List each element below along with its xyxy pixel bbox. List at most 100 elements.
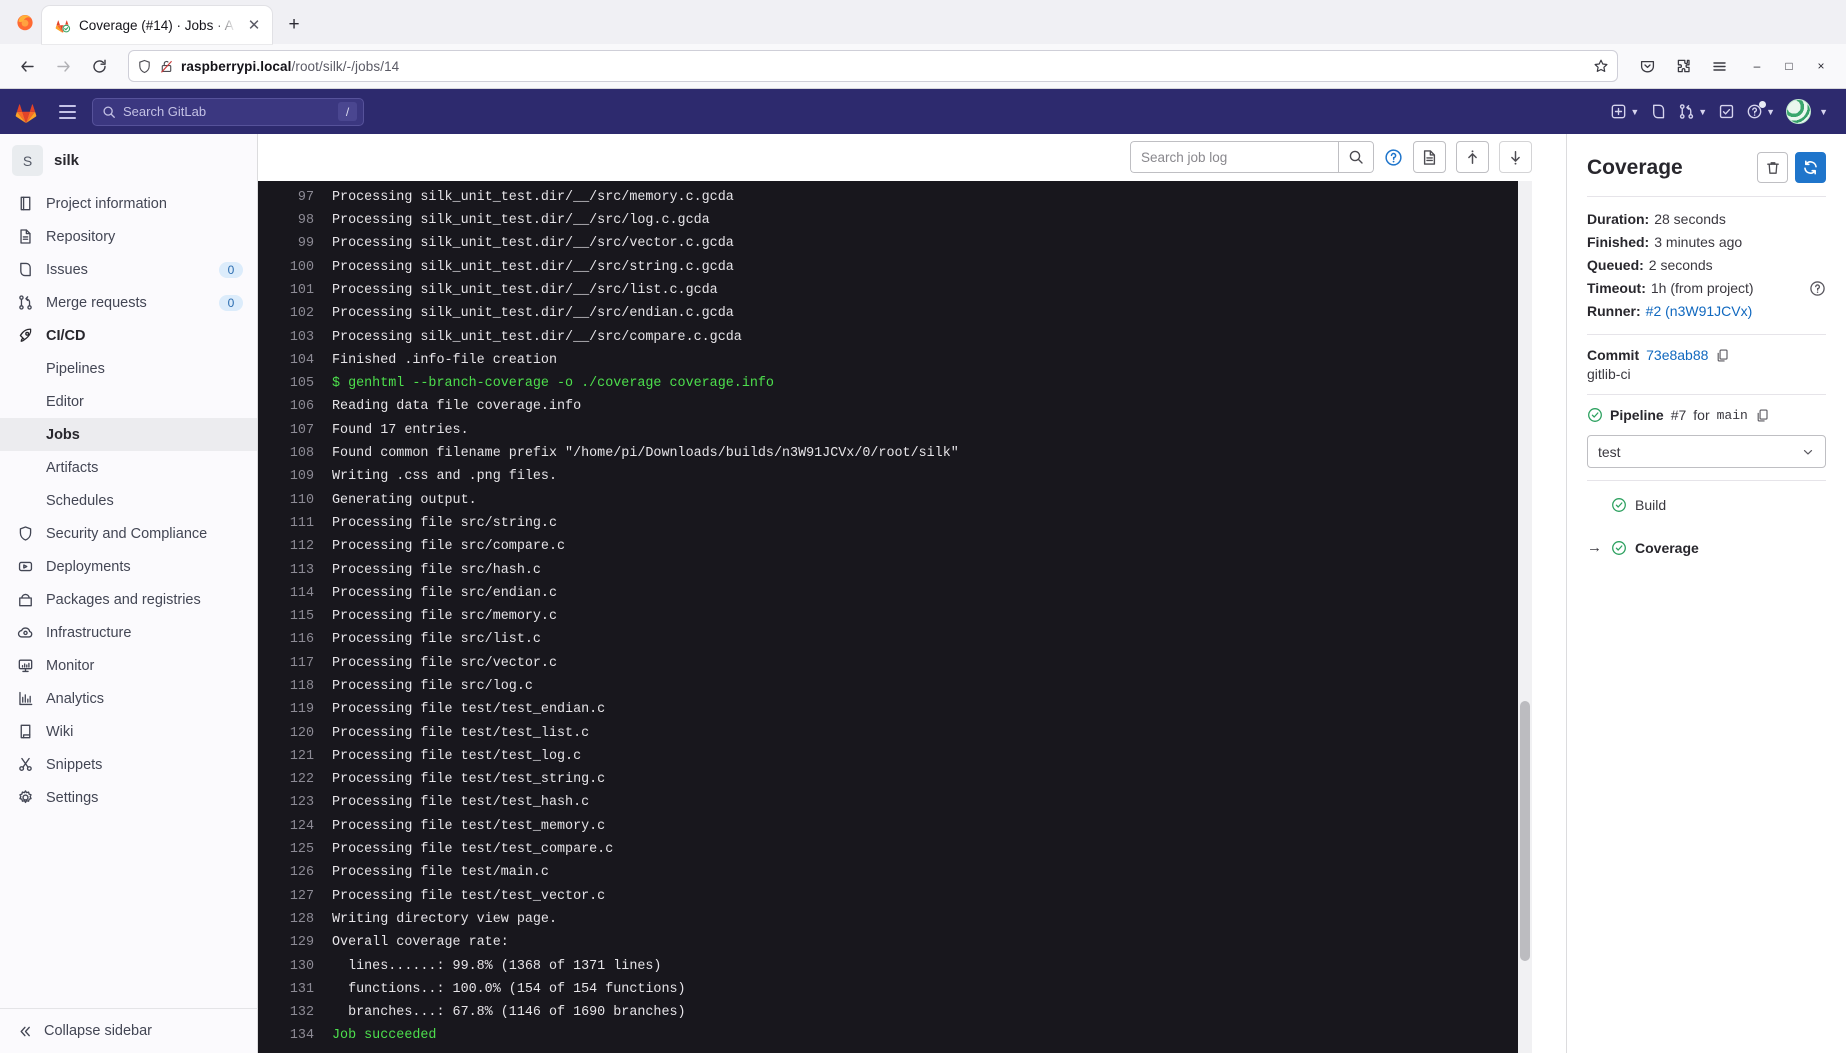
pocket-icon[interactable]: [1630, 50, 1664, 82]
help-icon[interactable]: ▼: [1742, 96, 1779, 128]
browser-navbar: raspberrypi.local/root/silk/-/jobs/14 – …: [0, 44, 1846, 89]
pipeline-number[interactable]: #7: [1671, 407, 1687, 423]
lock-broken-icon[interactable]: [159, 59, 174, 74]
reload-icon[interactable]: [82, 50, 116, 82]
job-details-list: Duration: 28 seconds Finished: 3 minutes ag…: [1587, 209, 1826, 322]
sidebar-scroll-area: S silk Project information Repository Issu…: [0, 134, 257, 1008]
avatar: [1786, 99, 1812, 124]
stage-jobs-list: Build → Coverage: [1587, 497, 1826, 556]
sidebar-item-monitor[interactable]: Monitor: [0, 649, 257, 682]
log-line: 109 Writing .css and .png files.: [258, 465, 1532, 488]
scroll-to-top-button[interactable]: [1456, 141, 1489, 174]
sidebar-item-merge-requests[interactable]: Merge requests 0: [0, 286, 257, 319]
log-line: 123 Processing file test/test_hash.c: [258, 791, 1532, 814]
erase-job-log-button[interactable]: [1757, 152, 1788, 183]
minimize-button[interactable]: –: [1742, 51, 1772, 81]
question-circle-icon[interactable]: [1384, 148, 1403, 167]
issues-icon[interactable]: [1646, 96, 1671, 128]
sidebar-item-repository[interactable]: Repository: [0, 220, 257, 253]
copy-icon[interactable]: [1755, 408, 1770, 423]
copy-icon[interactable]: [1715, 348, 1730, 363]
sidebar-item-jobs[interactable]: Jobs: [0, 418, 257, 451]
gitlab-menu-icon[interactable]: [52, 97, 82, 127]
question-circle-icon[interactable]: [1809, 280, 1826, 297]
stage-job-build[interactable]: Build: [1587, 497, 1826, 513]
chevron-down-icon: ▼: [1698, 106, 1708, 117]
merge-requests-icon[interactable]: ▼: [1674, 96, 1711, 128]
log-line-number: 122: [289, 772, 314, 788]
log-line-number: 129: [289, 935, 314, 951]
log-line-number: 114: [289, 585, 314, 601]
log-line-number: 104: [289, 352, 314, 368]
maximize-button[interactable]: □: [1774, 51, 1804, 81]
user-menu[interactable]: ▼: [1782, 96, 1832, 128]
sidebar-item-pipelines[interactable]: Pipelines: [0, 352, 257, 385]
sidebar-item-settings[interactable]: Settings: [0, 781, 257, 814]
forward-arrow-icon[interactable]: [46, 50, 80, 82]
hamburger-menu-icon[interactable]: [1702, 50, 1736, 82]
gitlab-topbar: Search GitLab / ▼ ▼ ▼ ▼: [0, 89, 1846, 134]
job-log-toolbar: [258, 134, 1566, 181]
log-line: 116 Processing file src/list.c: [258, 628, 1532, 651]
log-line-number: 119: [289, 702, 314, 718]
gitlab-logo-icon[interactable]: [10, 96, 42, 128]
sidebar-project-header[interactable]: S silk: [0, 140, 257, 181]
browser-tab-active[interactable]: Coverage (#14) · Jobs · A ✕: [42, 6, 272, 44]
status-success-icon: [1611, 540, 1627, 556]
log-line: 134 Job succeeded: [258, 1024, 1532, 1047]
search-job-log-input[interactable]: [1130, 141, 1338, 174]
log-line-text: Processing silk_unit_test.dir/__/src/vec…: [332, 236, 734, 252]
search-icon: [102, 105, 116, 119]
pipeline-label: Pipeline: [1610, 407, 1664, 423]
window-close-button[interactable]: ×: [1806, 51, 1836, 81]
job-sidebar-header: Coverage: [1587, 152, 1826, 183]
log-line: 126 Processing file test/main.c: [258, 861, 1532, 884]
log-line: 105 $ genhtml --branch-coverage -o ./cove…: [258, 372, 1532, 395]
sidebar-item-packages-and-registries[interactable]: Packages and registries: [0, 583, 257, 616]
create-new-icon[interactable]: ▼: [1606, 96, 1643, 128]
sidebar-item-snippets[interactable]: Snippets: [0, 748, 257, 781]
new-tab-button[interactable]: +: [278, 9, 310, 41]
stage-select[interactable]: test: [1587, 435, 1826, 468]
sidebar-item-ci-cd[interactable]: CI/CD: [0, 319, 257, 352]
retry-job-button[interactable]: [1795, 152, 1826, 183]
sidebar-item-project-information[interactable]: Project information: [0, 187, 257, 220]
extensions-icon[interactable]: [1666, 50, 1700, 82]
stage-job-coverage[interactable]: → Coverage: [1587, 539, 1826, 556]
sidebar-item-security-and-compliance[interactable]: Security and Compliance: [0, 517, 257, 550]
search-icon[interactable]: [1338, 141, 1374, 174]
log-line-number: 130: [289, 958, 314, 974]
sidebar-item-editor[interactable]: Editor: [0, 385, 257, 418]
sidebar-item-issues[interactable]: Issues 0: [0, 253, 257, 286]
log-line: 115 Processing file src/memory.c: [258, 605, 1532, 628]
sidebar-item-wiki[interactable]: Wiki: [0, 715, 257, 748]
job-log-scrollbar-thumb[interactable]: [1520, 700, 1530, 961]
star-icon[interactable]: [1593, 58, 1609, 74]
log-line: 129 Overall coverage rate:: [258, 931, 1532, 954]
log-line-text: Processing file src/log.c: [332, 678, 533, 694]
job-detail-value[interactable]: #2 (n3W91JCVx): [1646, 301, 1753, 322]
gitlab-search-input[interactable]: Search GitLab /: [92, 97, 364, 126]
commit-sha-link[interactable]: 73e8ab88: [1646, 347, 1708, 363]
sidebar-item-infrastructure[interactable]: Infrastructure: [0, 616, 257, 649]
job-log-scrollbar[interactable]: [1518, 180, 1532, 1053]
url-bar[interactable]: raspberrypi.local/root/silk/-/jobs/14: [128, 50, 1618, 82]
sidebar-item-deployments[interactable]: Deployments: [0, 550, 257, 583]
sidebar-item-analytics[interactable]: Analytics: [0, 682, 257, 715]
log-line: 112 Processing file src/compare.c: [258, 535, 1532, 558]
job-log-search[interactable]: [1130, 141, 1374, 174]
page-body: S silk Project information Repository Issu…: [0, 134, 1846, 1053]
pipeline-ref[interactable]: main: [1717, 408, 1748, 423]
todos-icon[interactable]: [1714, 96, 1739, 128]
log-line: 98 Processing silk_unit_test.dir/__/src/l…: [258, 209, 1532, 232]
back-arrow-icon[interactable]: [10, 50, 44, 82]
gitlab-topbar-actions: ▼ ▼ ▼ ▼: [1606, 96, 1832, 128]
collapse-sidebar-button[interactable]: Collapse sidebar: [0, 1008, 257, 1053]
sidebar-item-artifacts[interactable]: Artifacts: [0, 451, 257, 484]
scroll-to-bottom-button[interactable]: [1499, 141, 1532, 174]
job-detail-queued: Queued: 2 seconds: [1587, 255, 1826, 276]
sidebar-item-schedules[interactable]: Schedules: [0, 484, 257, 517]
close-icon[interactable]: ✕: [244, 15, 264, 35]
show-raw-log-button[interactable]: [1413, 141, 1446, 174]
log-line-number: 109: [289, 469, 314, 485]
